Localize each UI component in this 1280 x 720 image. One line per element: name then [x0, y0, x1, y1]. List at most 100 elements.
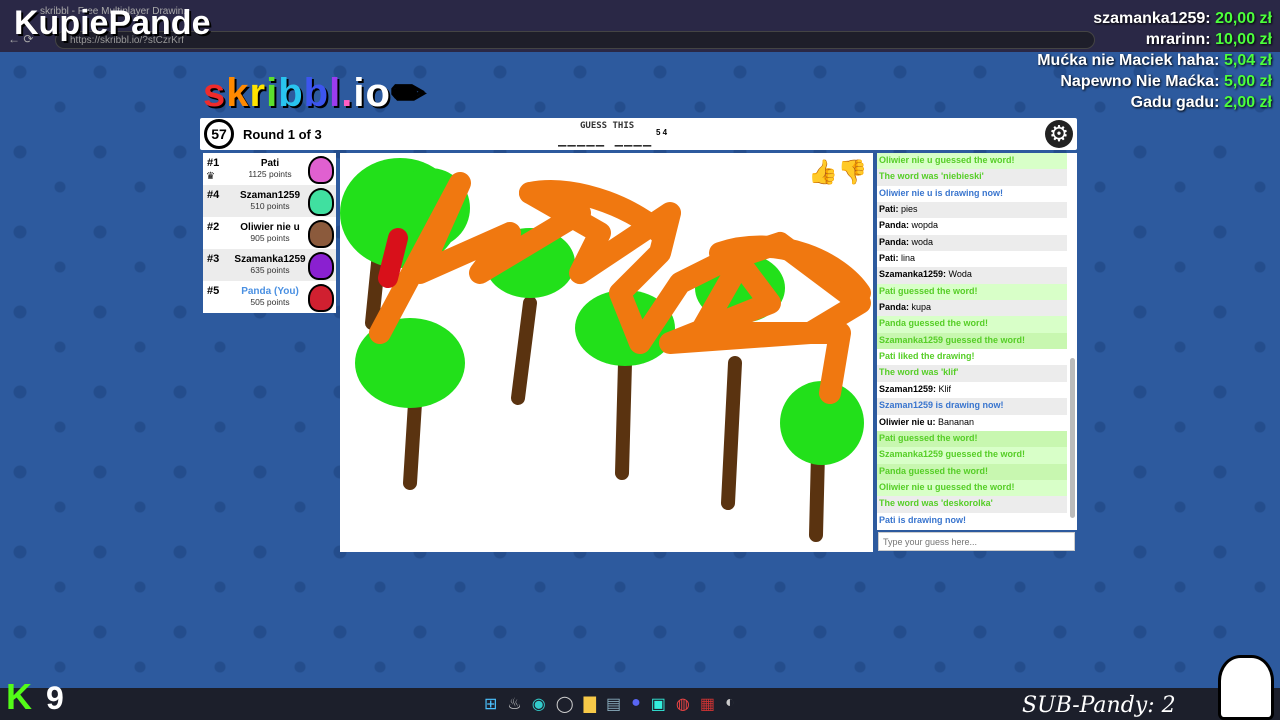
donation-amount: 10,00 zł: [1215, 31, 1272, 48]
player-name: Pati: [260, 158, 280, 169]
chat-message: Szaman1259: Klif: [877, 382, 1067, 398]
donation-amount: 2,00 zł: [1223, 94, 1272, 111]
avatar: [308, 156, 334, 184]
donor-name: Gadu gadu:: [1130, 94, 1220, 111]
chat-message: Oliwier nie u guessed the word!: [877, 479, 1067, 497]
system-text: Pati is drawing now!: [879, 514, 967, 525]
kick-count: 9: [46, 680, 64, 716]
donation-amount: 20,00 zł: [1215, 10, 1272, 27]
round-indicator: Round 1 of 3: [243, 127, 322, 142]
player-points: 1125 points: [248, 169, 292, 179]
chat-text: wopda: [909, 220, 939, 231]
skribbl-logo: skribbl.io✏: [203, 71, 426, 115]
chat-user: Panda:: [879, 220, 910, 231]
system-text: The word was 'klif': [879, 367, 959, 378]
game-header: 57 Round 1 of 3 GUESS THIS _____ ____ 5 …: [200, 118, 1077, 150]
player-row[interactable]: #1 ♛ Pati 1125 points: [203, 153, 336, 185]
donation-amount: 5,00 zł: [1223, 73, 1272, 90]
system-text: The word was 'niebieski': [879, 171, 984, 182]
chat-user: Szamanka1259:: [879, 269, 947, 280]
chat-message: The word was 'niebieski': [877, 169, 1067, 186]
thumbs-down-icon[interactable]: 👎: [838, 159, 868, 186]
address-bar[interactable]: https://skribbl.io/?stCzrKrf: [55, 31, 1095, 49]
steam-icon[interactable]: ♨: [507, 694, 521, 714]
avatar: [308, 188, 334, 216]
guess-input[interactable]: [878, 532, 1075, 551]
chat-user: Pati:: [879, 253, 899, 264]
donor-name: Napewno Nie Maćka:: [1060, 73, 1220, 90]
panda-mascot: [1218, 655, 1274, 720]
avatar: [308, 252, 334, 280]
donation-item: Napewno Nie Maćka: 5,00 zł: [1037, 71, 1272, 92]
chat-message: The word was 'klif': [877, 365, 1067, 382]
obs-ring-icon[interactable]: ◯: [556, 694, 574, 714]
avatar: [308, 284, 334, 312]
chat-user: Pati:: [879, 204, 899, 215]
system-text: Pati liked the drawing!: [879, 351, 975, 362]
chat-message: Oliwier nie u: Bananan: [877, 415, 1067, 431]
chat-text: Klif: [936, 383, 952, 394]
timer: 57: [204, 119, 234, 149]
chat-text: pies: [898, 204, 918, 215]
player-row[interactable]: #4 Szaman1259 510 points: [203, 185, 336, 217]
word-hint: _____ ____: [558, 131, 653, 147]
player-row[interactable]: #2 Oliwier nie u 905 points: [203, 217, 336, 249]
player-rank: #1: [207, 157, 220, 169]
player-name: Panda (You): [241, 286, 299, 297]
chat-text: Woda: [946, 269, 972, 280]
chrome-icon[interactable]: ◍: [676, 694, 690, 714]
drawing-canvas[interactable]: [340, 153, 873, 552]
sub-counter: SUB-Pandy: 2: [1022, 693, 1176, 718]
file-explorer-icon[interactable]: ▇: [584, 694, 596, 714]
drawing: [340, 158, 871, 542]
chat-user: Panda:: [879, 236, 910, 247]
player-rank: #3: [207, 253, 220, 265]
thumbs-up-icon[interactable]: 👍: [808, 159, 838, 186]
chat-message: Panda guessed the word!: [877, 316, 1067, 333]
app-icon[interactable]: ▦: [700, 694, 715, 714]
chat-text: kupa: [909, 302, 932, 313]
discord-icon[interactable]: ●: [631, 694, 641, 714]
obs-icon[interactable]: ◐: [725, 694, 735, 714]
chat-message: Oliwier nie u guessed the word!: [877, 153, 1067, 170]
chat-message: Szamanka1259: Woda: [877, 267, 1067, 284]
chat-message: Oliwier nie u is drawing now!: [877, 186, 1067, 202]
chat-message: Pati is drawing now!: [877, 513, 1067, 529]
donor-name: mrarinn:: [1145, 31, 1211, 48]
player-rank: #4: [207, 189, 220, 201]
chat-box: Oliwier nie u guessed the word! The word …: [877, 153, 1077, 530]
chat-user: Oliwier nie u:: [879, 416, 936, 427]
settings-gear-icon[interactable]: ⚙: [1045, 120, 1073, 148]
chat-message: Szaman1259 is drawing now!: [877, 398, 1067, 415]
avatar: [308, 220, 334, 248]
system-text: Pati guessed the word!: [879, 432, 978, 443]
chat-message: Szamanka1259 guessed the word!: [877, 447, 1067, 464]
player-points: 510 points: [250, 201, 290, 211]
chat-message: Pati: pies: [877, 202, 1067, 219]
player-list: #1 ♛ Pati 1125 points #4 Szaman1259 510 …: [203, 153, 336, 313]
player-row[interactable]: #3 Szamanka1259 635 points: [203, 249, 336, 281]
player-rank: #5: [207, 285, 220, 297]
chat-message: The word was 'deskorolka': [877, 496, 1067, 513]
windows-start-icon[interactable]: ⊞: [484, 694, 497, 714]
player-rank: #2: [207, 221, 220, 233]
system-text: Oliwier nie u is drawing now!: [879, 187, 1004, 198]
chat-message: Pati guessed the word!: [877, 283, 1067, 301]
system-text: Oliwier nie u guessed the word!: [879, 155, 1015, 165]
app-icon[interactable]: ▤: [606, 694, 621, 714]
word-lengths: 5 4: [656, 128, 668, 137]
donation-item: Mućka nie Maciek haha: 5,04 zł: [1037, 50, 1272, 71]
player-name: Oliwier nie u: [240, 222, 300, 233]
chat-message: Panda: kupa: [877, 300, 1067, 317]
app-icon[interactable]: ▣: [651, 694, 666, 714]
chat-message: Panda: wopda: [877, 218, 1067, 234]
player-row[interactable]: #5 Panda (You) 505 points: [203, 281, 336, 313]
chat-message: Szamanka1259 guessed the word!: [877, 332, 1067, 350]
edge-icon[interactable]: ◉: [532, 694, 546, 714]
chat-scrollbar[interactable]: [1070, 358, 1075, 518]
donation-amount: 5,04 zł: [1223, 52, 1272, 69]
player-points: 905 points: [250, 233, 290, 243]
chat-message: Pati guessed the word!: [877, 430, 1067, 448]
donor-name: Mućka nie Maciek haha:: [1037, 52, 1220, 69]
system-text: Panda guessed the word!: [879, 465, 989, 476]
